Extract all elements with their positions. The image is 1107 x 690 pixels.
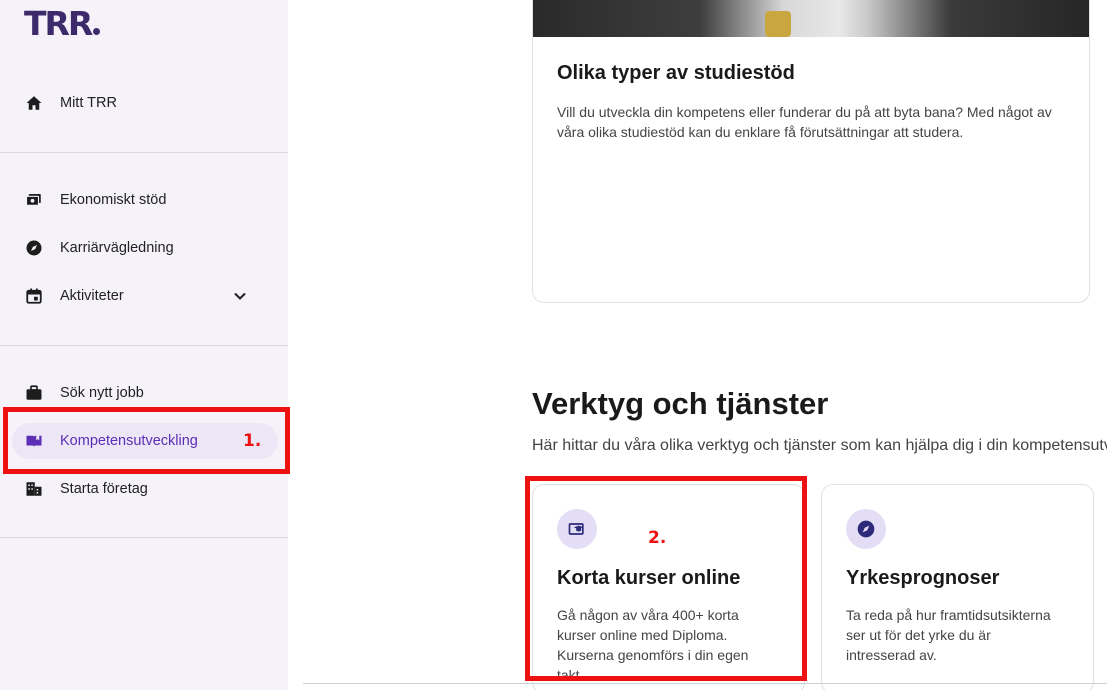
sidebar-item-label: Ekonomiskt stöd [60, 192, 167, 208]
sidebar-item-aktiviteter[interactable]: Aktiviteter [12, 278, 278, 314]
sidebar-item-label: Mitt TRR [60, 95, 117, 111]
home-icon [24, 93, 44, 113]
compass-icon [846, 509, 886, 549]
page: TRR Mitt TRR Ekonomiskt stöd Karriärvägl… [0, 0, 1107, 690]
calendar-icon [24, 286, 44, 306]
sidebar-item-karriarvagledning[interactable]: Karriärvägledning [12, 230, 278, 266]
annotation-label-2: 2. [648, 528, 667, 548]
tool-card-description: Ta reda på hur framtidsutsikterna ser ut… [846, 607, 1051, 663]
sidebar-item-mitt-trr[interactable]: Mitt TRR [12, 85, 278, 121]
sidebar-item-label: Karriärvägledning [60, 240, 174, 256]
sidebar-divider [0, 345, 288, 346]
sidebar-item-label: Aktiviteter [60, 288, 124, 304]
sidebar-item-sok-nytt-jobb[interactable]: Sök nytt jobb [12, 375, 278, 411]
tool-card-title: Yrkesprognoser [846, 567, 1000, 589]
building-icon [24, 479, 44, 499]
briefcase-icon [24, 383, 44, 403]
sidebar: TRR Mitt TRR Ekonomiskt stöd Karriärvägl… [0, 0, 288, 690]
card-image [533, 0, 1089, 37]
annotation-box-2 [525, 476, 807, 681]
tool-card-yrkesprognoser[interactable]: Yrkesprognoser Ta reda på hur framtidsut… [821, 484, 1094, 690]
card-description: Vill du utveckla din kompetens eller fun… [557, 104, 1052, 140]
studiestod-card[interactable]: Olika typer av studiestöd Vill du utveck… [532, 0, 1090, 303]
trr-logo[interactable]: TRR [24, 4, 101, 43]
annotation-label-1: 1. [243, 431, 262, 451]
sidebar-divider [0, 152, 288, 153]
bottom-divider [303, 683, 1107, 684]
section-title: Verktyg och tjänster [532, 386, 829, 421]
sidebar-item-starta-foretag[interactable]: Starta företag [12, 471, 278, 507]
compass-icon [24, 238, 44, 258]
sidebar-item-ekonomiskt-stod[interactable]: Ekonomiskt stöd [12, 182, 278, 218]
card-title: Olika typer av studiestöd [557, 62, 795, 84]
payments-icon [24, 190, 44, 210]
sidebar-item-label: Sök nytt jobb [60, 385, 144, 401]
section-subtitle: Här hittar du våra olika verktyg och tjä… [532, 437, 1107, 454]
sidebar-divider [0, 537, 288, 538]
sidebar-item-label: Starta företag [60, 481, 148, 497]
chevron-down-icon[interactable] [230, 286, 250, 306]
